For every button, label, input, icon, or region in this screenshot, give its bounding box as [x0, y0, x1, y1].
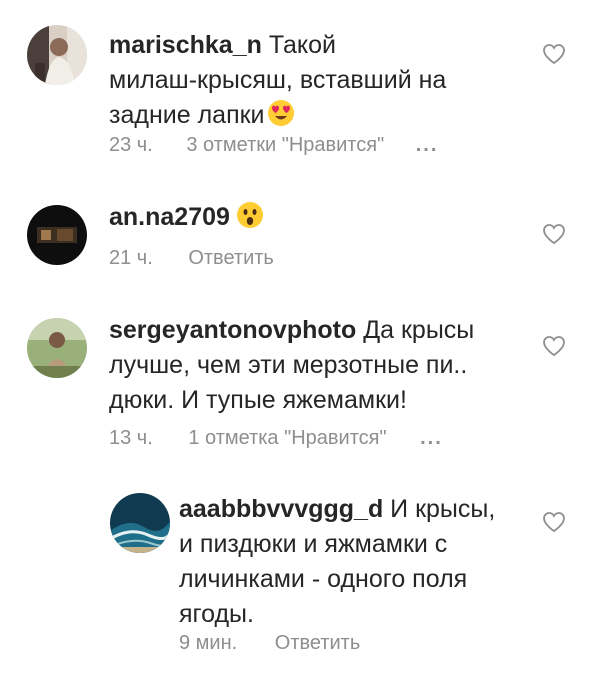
comment-time: 9 мин. [179, 632, 238, 654]
comment-meta: 23 ч. 3 отметки "Нравится" ... [109, 134, 438, 157]
comment-body: милаш-крысяш, вставший на [109, 66, 447, 94]
comment-body: лучше, чем эти мерзотные пи.. [109, 351, 468, 379]
reply-button[interactable]: Ответить [188, 247, 274, 270]
comment-body: ягоды. [179, 600, 254, 628]
user-avatar[interactable] [110, 493, 170, 553]
comment-item: marischka_n Такой милаш-крысяш, вставший… [0, 0, 600, 180]
comment-time: 21 ч. [109, 247, 153, 269]
heart-eyes-emoji-icon [267, 99, 295, 137]
comment-username[interactable]: marischka_n [109, 31, 262, 59]
comment-body: Такой [261, 31, 336, 59]
comment-item: sergeyantonovphoto Да крысы лучше, чем э… [0, 295, 600, 475]
comment-text: an.na2709 [109, 200, 539, 239]
comment-body: И крысы, [383, 495, 496, 523]
user-avatar[interactable] [27, 318, 87, 378]
comment-body: Да крысы [356, 316, 475, 344]
comment-username[interactable]: an.na2709 [109, 203, 230, 231]
heart-outline-icon[interactable] [542, 43, 566, 65]
more-options-icon[interactable]: ... [420, 427, 443, 450]
comment-meta: 13 ч. 1 отметка "Нравится" ... [109, 427, 443, 450]
heart-outline-icon[interactable] [542, 511, 566, 533]
heart-outline-icon[interactable] [542, 335, 566, 357]
comment-item: an.na2709 21 ч. Ответить [0, 180, 600, 295]
user-avatar[interactable] [27, 205, 87, 265]
likes-count-link[interactable]: 3 отметки "Нравится" [186, 134, 384, 157]
comment-text: aaabbbvvvggg_d И крысы, и пиздюки и яжма… [179, 492, 539, 632]
comment-username[interactable]: sergeyantonovphoto [109, 316, 356, 344]
comment-body: задние лапки [109, 101, 265, 129]
astonished-emoji-icon [236, 201, 264, 239]
comment-meta: 9 мин. Ответить [179, 632, 360, 655]
comment-time: 13 ч. [109, 427, 153, 449]
comment-body: личинками - одного поля [179, 565, 468, 593]
user-avatar[interactable] [27, 25, 87, 85]
comment-time: 23 ч. [109, 134, 153, 156]
comment-username[interactable]: aaabbbvvvggg_d [179, 495, 383, 523]
heart-outline-icon[interactable] [542, 223, 566, 245]
comment-text: sergeyantonovphoto Да крысы лучше, чем э… [109, 313, 539, 418]
reply-button[interactable]: Ответить [275, 632, 361, 655]
comment-body: дюки. И тупые яжемамки! [109, 386, 407, 414]
comment-meta: 21 ч. Ответить [109, 247, 274, 270]
reply-item: aaabbbvvvggg_d И крысы, и пиздюки и яжма… [0, 475, 600, 699]
likes-count-link[interactable]: 1 отметка "Нравится" [188, 427, 386, 450]
comment-body: и пиздюки и яжмамки с [179, 530, 448, 558]
more-options-icon[interactable]: ... [416, 134, 439, 157]
comment-text: marischka_n Такой милаш-крысяш, вставший… [109, 28, 539, 137]
